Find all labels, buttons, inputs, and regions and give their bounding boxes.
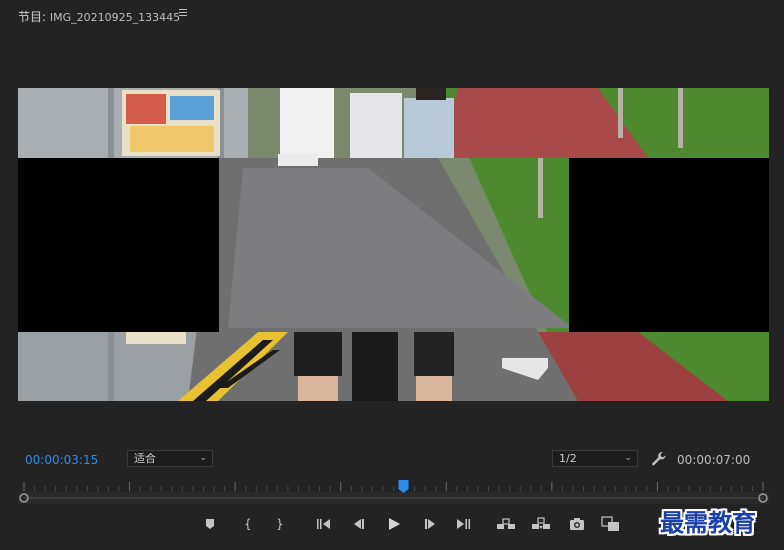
- playhead[interactable]: [398, 480, 409, 493]
- black-crop-right: [569, 158, 769, 332]
- resolution-select-value: 1/2: [559, 452, 577, 465]
- compare-view-icon[interactable]: [601, 514, 621, 534]
- extract-icon[interactable]: [531, 514, 551, 534]
- step-back-icon[interactable]: [349, 514, 369, 534]
- monitor-controls: 00:00:03:15 适合 ⌄ 1/2 ⌄ 00:00:07:00: [0, 448, 784, 472]
- program-monitor-viewer[interactable]: [18, 88, 769, 401]
- panel-header: 节目: IMG_20210925_133445: [0, 0, 784, 32]
- hamburger-menu-icon[interactable]: [178, 6, 190, 20]
- svg-text:}: }: [276, 517, 284, 531]
- add-marker-icon[interactable]: [200, 514, 220, 534]
- ruler-graphic: [18, 480, 769, 504]
- panel-title[interactable]: 节目: IMG_20210925_133445: [18, 8, 180, 25]
- play-icon[interactable]: [384, 514, 404, 534]
- panel-title-prefix: 节目:: [18, 10, 47, 24]
- time-ruler[interactable]: [18, 478, 769, 508]
- mark-out-icon[interactable]: }: [269, 514, 289, 534]
- clip-name: IMG_20210925_133445: [49, 11, 181, 24]
- zoom-select[interactable]: 适合 ⌄: [127, 450, 213, 467]
- chevron-down-icon: ⌄: [199, 453, 207, 463]
- export-frame-icon[interactable]: [567, 514, 587, 534]
- resolution-select[interactable]: 1/2 ⌄: [552, 450, 638, 467]
- black-crop-left: [18, 158, 219, 332]
- lift-icon[interactable]: [496, 514, 516, 534]
- mark-in-icon[interactable]: {: [237, 514, 257, 534]
- current-timecode[interactable]: 00:00:03:15: [25, 453, 98, 467]
- chevron-down-icon: ⌄: [624, 453, 632, 463]
- zoom-select-value: 适合: [134, 452, 156, 465]
- go-to-in-icon[interactable]: [314, 514, 334, 534]
- wrench-settings-icon[interactable]: [651, 451, 667, 467]
- go-to-out-icon[interactable]: [453, 514, 473, 534]
- duration-timecode: 00:00:07:00: [677, 453, 751, 467]
- watermark-logo: 最需教育: [660, 508, 756, 537]
- svg-text:{: {: [244, 517, 252, 531]
- step-forward-icon[interactable]: [420, 514, 440, 534]
